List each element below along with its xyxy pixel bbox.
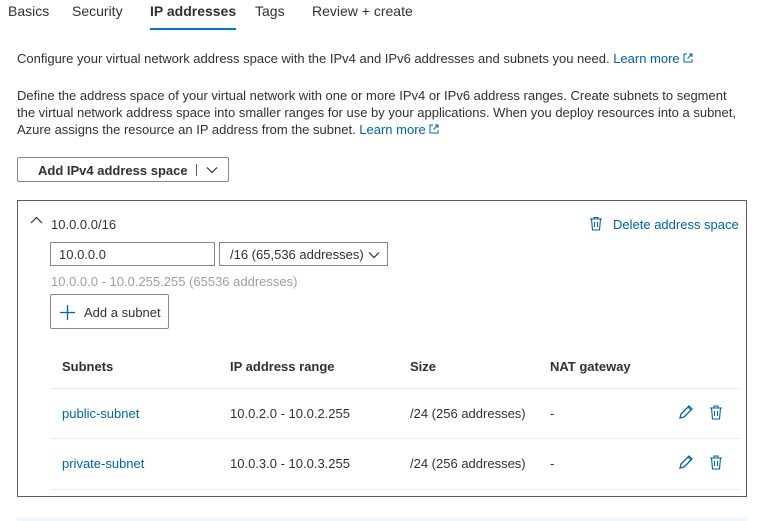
add-ipv4-address-space-label: Add IPv4 address space (38, 163, 188, 178)
external-link-icon (683, 53, 693, 63)
plus-icon (60, 305, 75, 320)
chevron-down-icon[interactable] (206, 164, 218, 176)
add-subnet-button[interactable]: Add a subnet (50, 294, 169, 329)
subnet-name-link[interactable]: private-subnet (62, 456, 144, 471)
tab-bar: Basics Security IP addresses Tags Review… (0, 0, 765, 30)
add-subnet-label: Add a subnet (84, 305, 161, 320)
tab-review-create[interactable]: Review + create (312, 3, 413, 19)
table-row: public-subnet 10.0.2.0 - 10.0.2.255 /24 … (50, 388, 740, 438)
column-header-nat-gateway: NAT gateway (550, 359, 631, 374)
column-header-ip-range: IP address range (230, 359, 335, 374)
subnet-nat-gateway: - (550, 456, 555, 471)
split-button-divider (196, 164, 197, 176)
trash-icon[interactable] (708, 404, 724, 420)
subnet-nat-gateway: - (550, 406, 555, 421)
description-learn-more-label: Learn more (359, 122, 426, 137)
info-banner-edge (17, 517, 747, 521)
tab-ip-addresses-label: IP addresses (150, 3, 237, 19)
description-text: Define the address space of your virtual… (17, 87, 747, 138)
intro-learn-more-label: Learn more (613, 51, 680, 66)
column-header-subnets: Subnets (62, 359, 114, 374)
intro-text: Configure your virtual network address s… (17, 50, 747, 67)
trash-icon (590, 216, 602, 231)
prefix-size-dropdown[interactable]: /16 (65,536 addresses) (219, 242, 388, 266)
chevron-down-icon (368, 252, 380, 259)
subnet-size: /24 (256 addresses) (410, 456, 526, 471)
address-space-title: 10.0.0.0/16 (51, 217, 117, 232)
trash-icon[interactable] (708, 454, 724, 470)
active-tab-indicator (150, 28, 237, 30)
tab-ip-addresses[interactable]: IP addresses (150, 3, 237, 30)
intro-body: Configure your virtual network address s… (17, 51, 614, 66)
address-range-hint: 10.0.0.0 - 10.0.255.255 (65536 addresses… (51, 274, 298, 289)
subnet-size: /24 (256 addresses) (410, 406, 526, 421)
ip-address-input[interactable] (50, 242, 215, 266)
chevron-up-icon[interactable] (30, 215, 43, 225)
delete-address-space-label: Delete address space (613, 217, 739, 232)
tab-basics[interactable]: Basics (8, 3, 49, 19)
intro-learn-more-link[interactable]: Learn more (613, 51, 693, 66)
pencil-icon[interactable] (678, 454, 694, 470)
column-header-size: Size (410, 359, 437, 374)
address-space-panel: 10.0.0.0/16 Delete address space /16 (65… (17, 200, 747, 497)
subnet-name-link[interactable]: public-subnet (62, 406, 139, 421)
description-learn-more-link[interactable]: Learn more (359, 122, 439, 137)
add-ipv4-address-space-button[interactable]: Add IPv4 address space (17, 157, 229, 182)
tab-security[interactable]: Security (72, 3, 123, 19)
table-divider (50, 489, 740, 490)
subnet-ip-range: 10.0.2.0 - 10.0.2.255 (230, 406, 350, 421)
pencil-icon[interactable] (678, 404, 694, 420)
tab-tags[interactable]: Tags (255, 3, 285, 19)
prefix-size-value: /16 (65,536 addresses) (230, 247, 364, 262)
subnet-ip-range: 10.0.3.0 - 10.0.3.255 (230, 456, 350, 471)
table-row: private-subnet 10.0.3.0 - 10.0.3.255 /24… (50, 438, 740, 488)
external-link-icon (429, 124, 439, 134)
